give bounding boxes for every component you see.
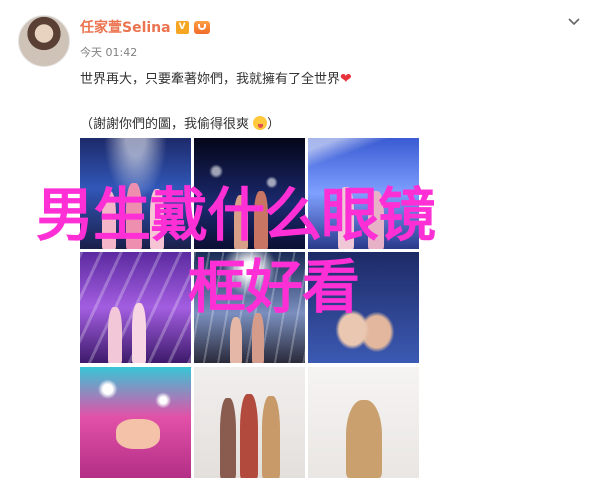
overlay-title-line2: 框好看 xyxy=(188,253,360,321)
post-text: 世界再大，只要牽著妳們，我就擁有了全世界 xyxy=(80,72,341,87)
weibo-post-card: 任家萱Selina V 今天 01:42 世界再大，只要牽著妳們，我就擁有了全世… xyxy=(0,0,600,494)
photo-4[interactable] xyxy=(80,252,191,363)
photo-9[interactable] xyxy=(308,367,419,478)
post-text-2: （謝謝你們的圖，我偷得很爽 xyxy=(80,117,250,132)
photo-7[interactable] xyxy=(80,367,191,478)
post-text-line2: （謝謝你們的圖，我偷得很爽 ） xyxy=(80,113,280,132)
overlay-title-line1: 男生戴什么眼镜 xyxy=(36,181,436,249)
avatar[interactable] xyxy=(18,15,70,67)
post-text-line1: 世界再大，只要牽著妳們，我就擁有了全世界❤ xyxy=(80,68,352,87)
vip-icon xyxy=(193,20,210,34)
post-text-2-end: ） xyxy=(267,117,281,132)
grin-emoji-icon xyxy=(253,116,268,130)
author-row: 任家萱Selina V xyxy=(80,17,210,37)
verified-badge: V xyxy=(175,20,189,34)
author-name[interactable]: 任家萱Selina xyxy=(80,17,171,37)
heart-icon: ❤ xyxy=(340,71,352,87)
chevron-down-icon[interactable] xyxy=(566,14,582,30)
post-timestamp[interactable]: 今天 01:42 xyxy=(80,44,137,60)
photo-8[interactable] xyxy=(194,367,305,478)
